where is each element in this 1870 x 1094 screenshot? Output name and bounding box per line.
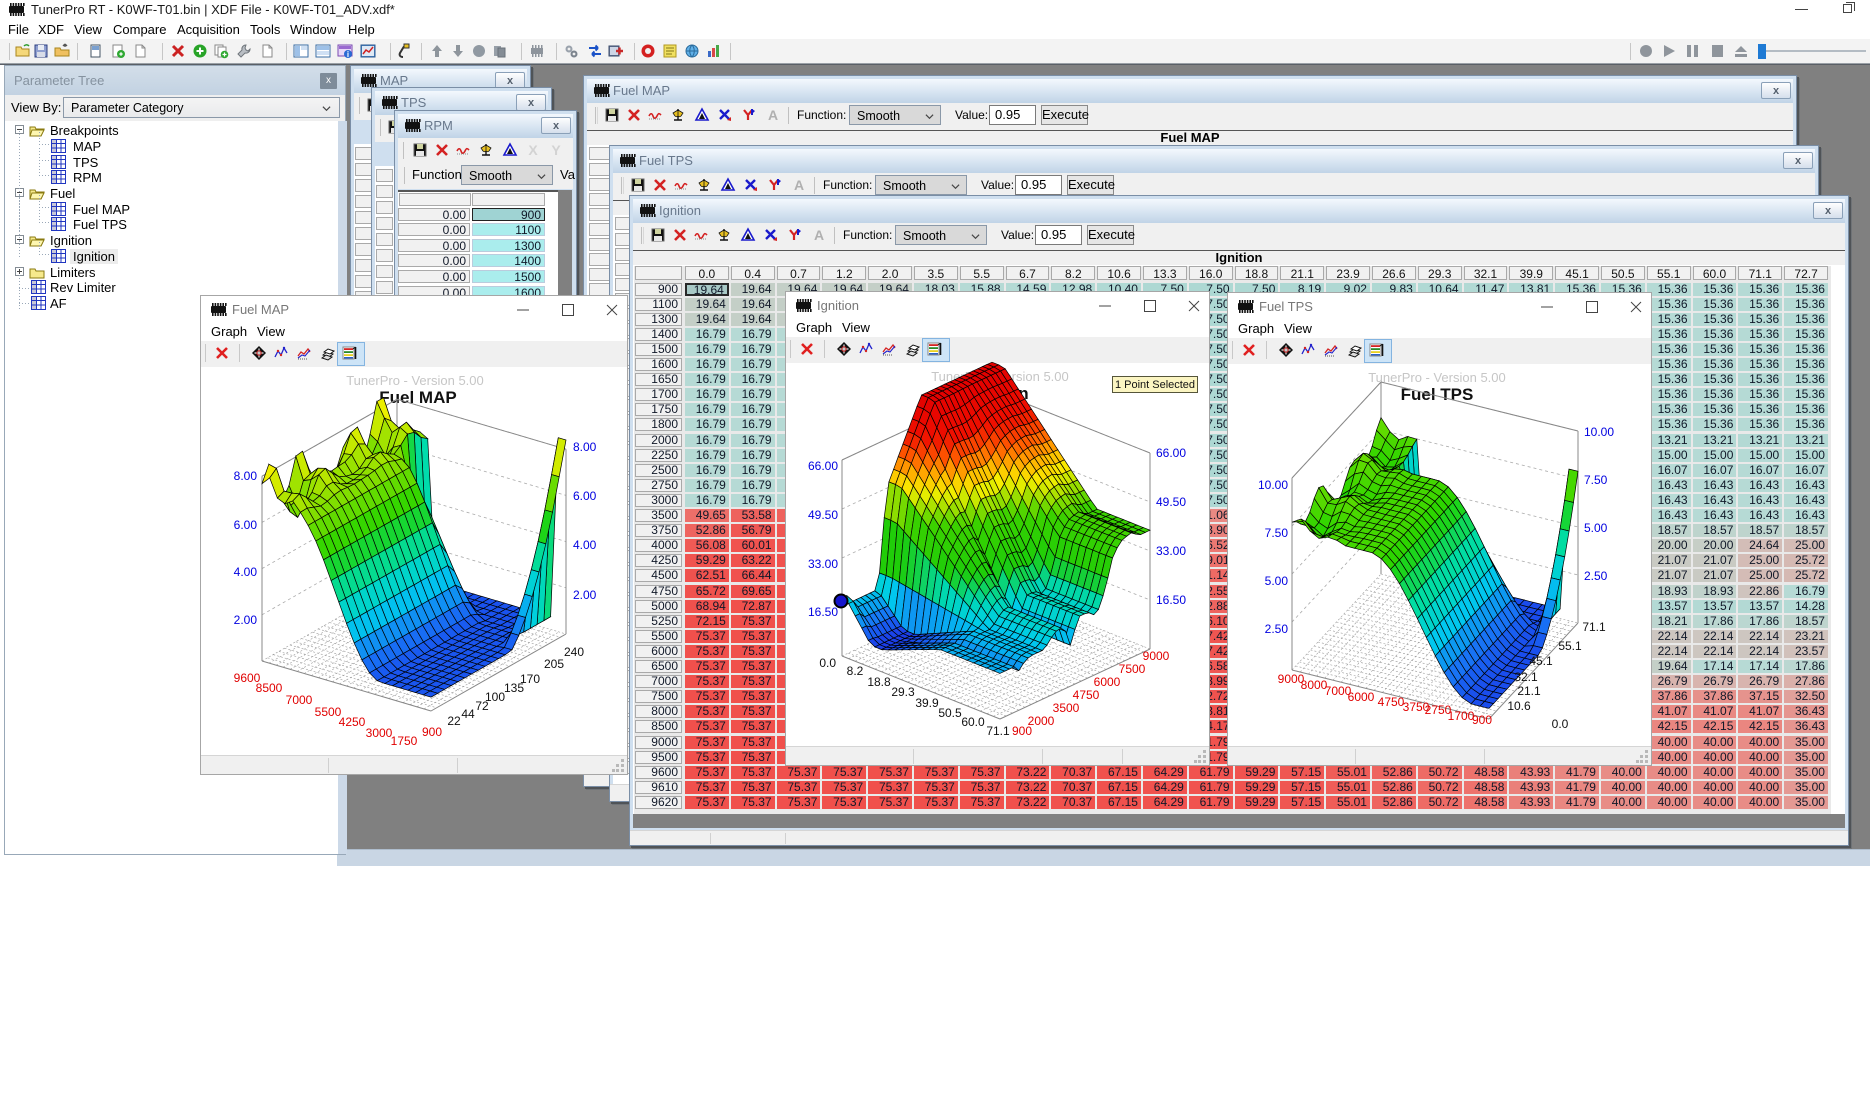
svg-text:900: 900 [1472, 713, 1492, 727]
svg-text:8.00: 8.00 [234, 469, 258, 483]
svg-text:900: 900 [422, 725, 442, 739]
svg-text:32.1: 32.1 [1514, 670, 1538, 684]
svg-text:2.00: 2.00 [573, 588, 597, 602]
svg-text:8500: 8500 [256, 681, 283, 695]
svg-text:3000: 3000 [366, 726, 393, 740]
svg-text:2.50: 2.50 [1265, 622, 1289, 636]
svg-text:10.00: 10.00 [1584, 425, 1614, 439]
svg-text:8000: 8000 [1301, 678, 1328, 692]
svg-text:7000: 7000 [286, 693, 313, 707]
svg-text:4750: 4750 [1073, 688, 1100, 702]
svg-text:A: A [768, 107, 778, 123]
svg-text:49.50: 49.50 [1156, 495, 1186, 509]
svg-text:5.00: 5.00 [1584, 521, 1608, 535]
svg-text:7.50: 7.50 [1265, 526, 1289, 540]
svg-text:9000: 9000 [1143, 649, 1170, 663]
svg-text:i: i [347, 50, 349, 59]
svg-text:4250: 4250 [339, 715, 366, 729]
svg-text:10.00: 10.00 [1258, 478, 1288, 492]
svg-text:205: 205 [544, 657, 564, 671]
svg-text:29.3: 29.3 [891, 685, 915, 699]
svg-text:4.00: 4.00 [573, 538, 597, 552]
svg-text:240: 240 [564, 645, 584, 659]
svg-text:16.50: 16.50 [1156, 593, 1186, 607]
svg-text:4750: 4750 [1378, 695, 1405, 709]
svg-text:0.0: 0.0 [819, 656, 836, 670]
svg-text:55.1: 55.1 [1558, 639, 1582, 653]
svg-text:39.9: 39.9 [915, 696, 939, 710]
svg-text:8.2: 8.2 [847, 664, 864, 678]
svg-text:10.6: 10.6 [1507, 699, 1531, 713]
svg-text:Y: Y [551, 142, 561, 158]
svg-text:2000: 2000 [1028, 714, 1055, 728]
svg-text:2.00: 2.00 [234, 613, 258, 627]
svg-text:7.50: 7.50 [1584, 473, 1608, 487]
svg-text:71.1: 71.1 [1582, 620, 1606, 634]
svg-text:3500: 3500 [1053, 701, 1080, 715]
svg-text:21.1: 21.1 [1517, 684, 1541, 698]
svg-text:8.00: 8.00 [573, 440, 597, 454]
svg-text:66.00: 66.00 [808, 459, 838, 473]
svg-text:18.8: 18.8 [867, 675, 891, 689]
svg-text:2.50: 2.50 [1584, 569, 1608, 583]
svg-text:22: 22 [447, 714, 461, 728]
svg-text:170: 170 [520, 672, 540, 686]
svg-text:7500: 7500 [1119, 662, 1146, 676]
svg-text:16.50: 16.50 [808, 605, 838, 619]
svg-text:6.00: 6.00 [573, 489, 597, 503]
svg-text:49.50: 49.50 [808, 508, 838, 522]
svg-text:X: X [528, 142, 538, 158]
svg-text:1700: 1700 [1448, 709, 1475, 723]
svg-text:44: 44 [461, 707, 475, 721]
svg-text:5.00: 5.00 [1265, 574, 1289, 588]
svg-text:33.00: 33.00 [1156, 544, 1186, 558]
svg-text:6.00: 6.00 [234, 518, 258, 532]
svg-text:66.00: 66.00 [1156, 446, 1186, 460]
svg-text:60.0: 60.0 [961, 715, 985, 729]
svg-text:33.00: 33.00 [808, 557, 838, 571]
svg-text:6000: 6000 [1094, 675, 1121, 689]
svg-text:6000: 6000 [1348, 690, 1375, 704]
svg-text:50.5: 50.5 [938, 706, 962, 720]
svg-text:A: A [814, 227, 824, 243]
svg-text:A: A [794, 177, 804, 193]
svg-text:5500: 5500 [315, 705, 342, 719]
svg-text:71.1: 71.1 [986, 724, 1010, 738]
svg-text:45.1: 45.1 [1529, 654, 1553, 668]
svg-text:100: 100 [485, 690, 505, 704]
svg-text:1750: 1750 [391, 734, 418, 748]
svg-text:4.00: 4.00 [234, 565, 258, 579]
svg-text:0.0: 0.0 [1552, 717, 1569, 731]
